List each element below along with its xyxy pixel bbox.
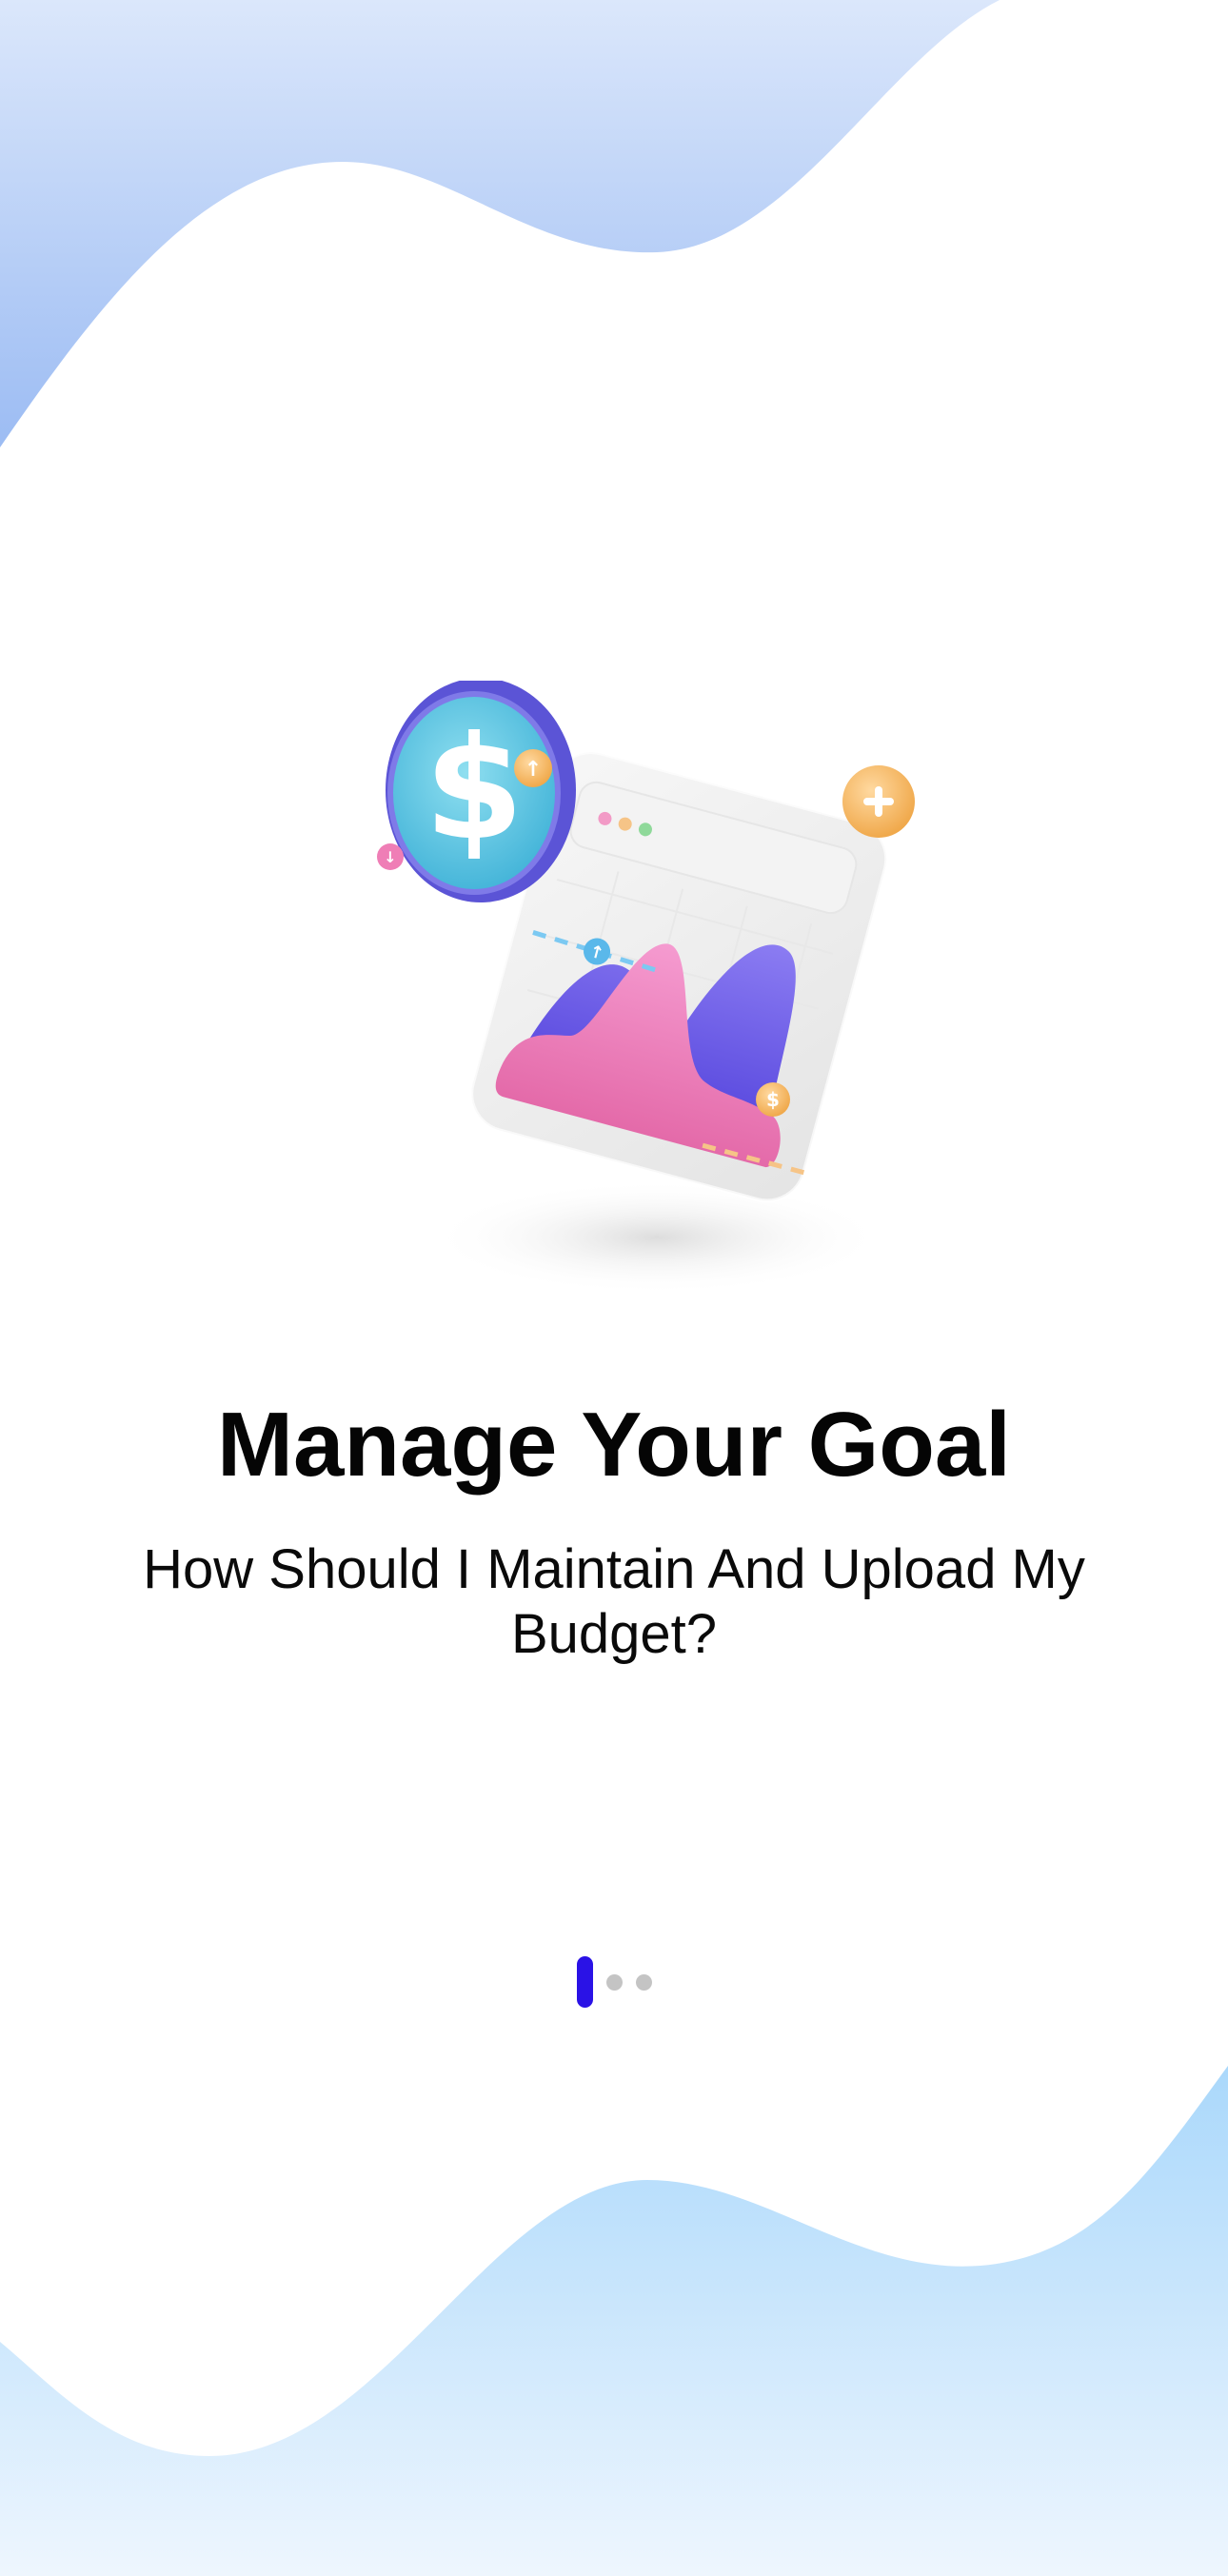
- svg-text:↑: ↑: [525, 758, 542, 782]
- svg-text:$: $: [766, 1088, 780, 1111]
- svg-text:↓: ↓: [384, 848, 396, 866]
- top-wave-background: [0, 0, 1228, 447]
- onboarding-subtitle: How Should I Maintain And Upload My Budg…: [143, 1538, 1085, 1665]
- bottom-wave-background: [0, 2066, 1228, 2576]
- onboarding-title: Manage Your Goal: [217, 1394, 1011, 1496]
- page-indicator-dot-2[interactable]: [605, 1973, 623, 1991]
- budget-chart-illustration: ↑ $ $ ↑ ↓: [377, 681, 915, 1295]
- page-indicator[interactable]: [0, 1956, 1228, 2008]
- svg-text:$: $: [425, 706, 524, 872]
- page-indicator-active[interactable]: [576, 1956, 593, 2008]
- page-indicator-dot-3[interactable]: [635, 1973, 652, 1991]
